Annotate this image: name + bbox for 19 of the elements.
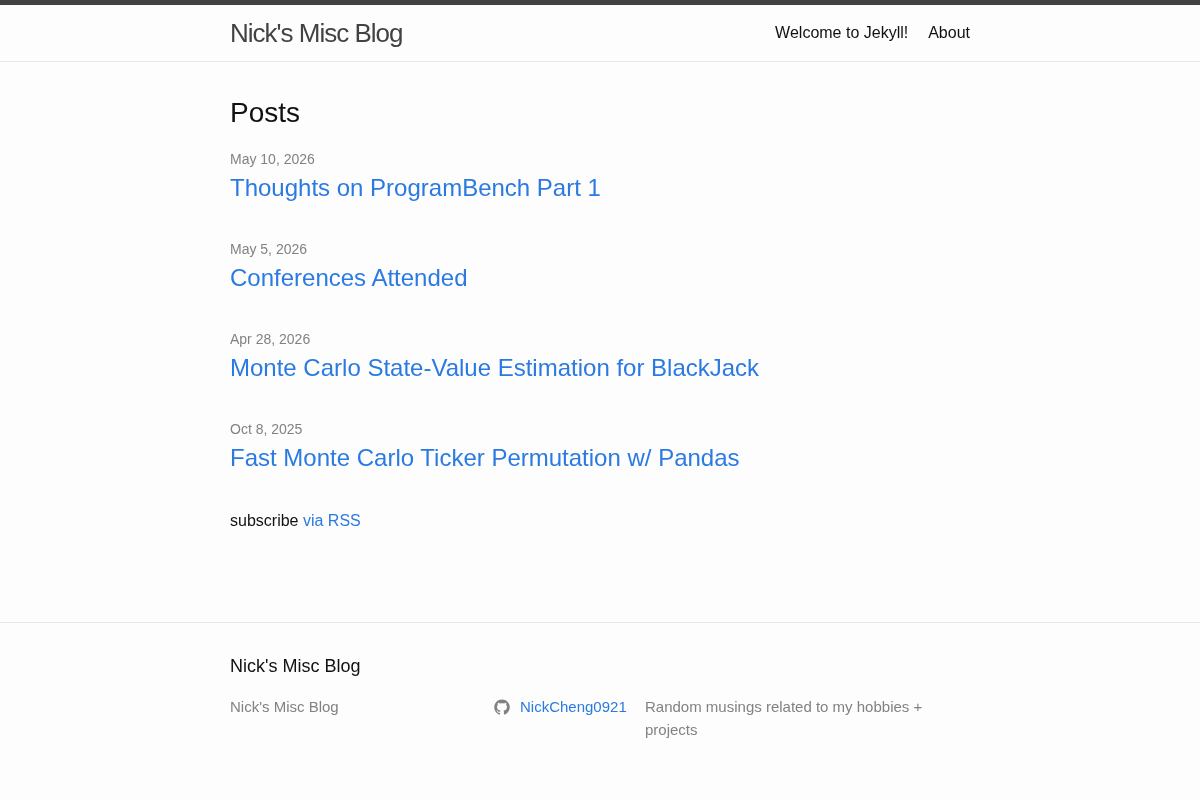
post-title-link[interactable]: Thoughts on ProgramBench Part 1: [230, 174, 601, 201]
nav-link[interactable]: About: [928, 21, 970, 45]
post-date: Apr 28, 2026: [230, 330, 311, 349]
post-title-link[interactable]: Fast Monte Carlo Ticker Permutation w/ Pandas: [230, 444, 740, 471]
post-date: May 10, 2026: [230, 150, 315, 169]
post-title-link[interactable]: Conferences Attended: [230, 264, 468, 291]
page-heading: Posts: [230, 96, 301, 130]
profile-link[interactable]: NickCheng0921: [520, 695, 627, 718]
post-date: May 5, 2026: [230, 240, 308, 259]
github-icon[interactable]: [494, 698, 510, 715]
site-title[interactable]: Nick's Misc Blog: [230, 15, 403, 51]
post-date: Oct 8, 2025: [230, 420, 303, 439]
footer-site-name: Nick's Misc Blog: [230, 698, 339, 715]
footer-heading: Nick's Misc Blog: [230, 655, 361, 678]
footer-description: Random musings related to my hobbies + projects: [645, 697, 924, 740]
rss-link[interactable]: via RSS: [302, 512, 361, 529]
post-title-link[interactable]: Monte Carlo State-Value Estimation for BlackJack: [230, 354, 760, 381]
nav-link[interactable]: Welcome to Jekyll!: [775, 21, 909, 45]
subscribe-text: subscribe via RSS: [230, 511, 361, 531]
